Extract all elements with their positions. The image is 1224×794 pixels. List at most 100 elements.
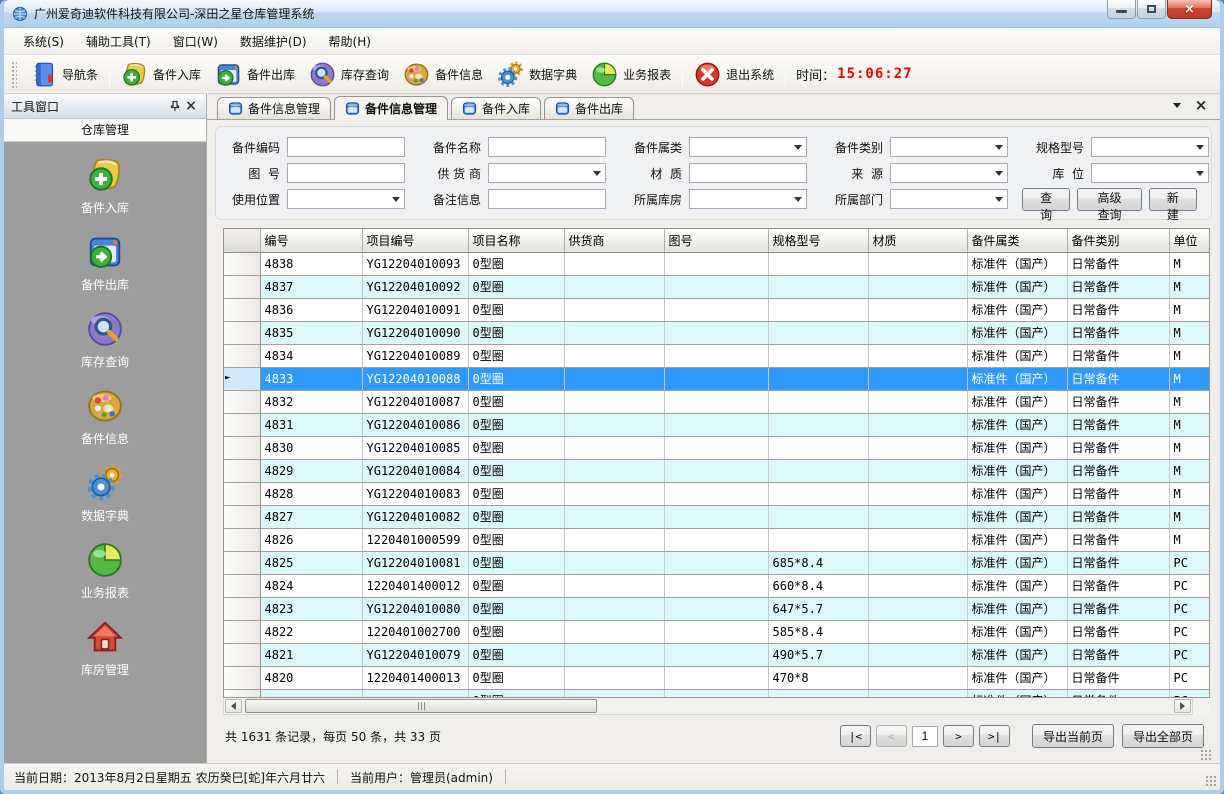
cell-id[interactable]: 4828: [260, 482, 362, 505]
dropdown-select[interactable]: [287, 189, 405, 209]
cell-type[interactable]: 日常备件: [1067, 344, 1169, 367]
cell-spec[interactable]: [768, 505, 868, 528]
menu-item[interactable]: 系统(S): [12, 28, 75, 55]
cell-type[interactable]: 日常备件: [1067, 666, 1169, 689]
cell-supplier[interactable]: [564, 390, 664, 413]
cell-spec[interactable]: 490*5.7: [768, 643, 868, 666]
cell-name[interactable]: 0型圈: [468, 551, 564, 574]
cell-material[interactable]: [868, 505, 967, 528]
cell-supplier[interactable]: [564, 321, 664, 344]
tab-2[interactable]: 备件信息管理: [334, 96, 448, 120]
cell-spec[interactable]: 647*5.7: [768, 597, 868, 620]
menu-item[interactable]: 窗口(W): [162, 28, 229, 55]
table-row[interactable]: 4823YG122040100800型圈647*5.7标准件（国产）日常备件PC: [224, 597, 1209, 620]
cell-supplier[interactable]: [564, 413, 664, 436]
cell-category[interactable]: 标准件（国产）: [967, 275, 1067, 298]
scroll-left-icon[interactable]: [225, 699, 242, 713]
cell-project_no[interactable]: 1220401002700: [362, 620, 468, 643]
toolbar-button[interactable]: 数据字典: [490, 58, 584, 91]
cell-category[interactable]: 标准件（国产）: [967, 436, 1067, 459]
cell-project_no[interactable]: YG12204010083: [362, 482, 468, 505]
cell-spec[interactable]: [768, 367, 868, 390]
cell-unit[interactable]: M: [1169, 252, 1209, 275]
cell-supplier[interactable]: [564, 505, 664, 528]
cell-type[interactable]: 日常备件: [1067, 482, 1169, 505]
sidebar-item-stock-in[interactable]: 备件入库: [81, 156, 129, 216]
cell-drawing[interactable]: [664, 298, 768, 321]
sidebar-item-data-dict[interactable]: 数据字典: [81, 464, 129, 524]
maximize-button[interactable]: [1137, 0, 1166, 19]
cell-drawing[interactable]: [664, 620, 768, 643]
menu-item[interactable]: 帮助(H): [318, 28, 382, 55]
row-header-cell[interactable]: [224, 436, 260, 459]
cell-drawing[interactable]: [664, 528, 768, 551]
panel-resize-grip[interactable]: [1200, 749, 1212, 761]
cell-category[interactable]: 标准件（国产）: [967, 620, 1067, 643]
sidebar-item-stock-out[interactable]: 备件出库: [81, 233, 129, 293]
toolbar-button[interactable]: 备件入库: [114, 58, 208, 91]
cell-spec[interactable]: [768, 482, 868, 505]
horizontal-scrollbar[interactable]: [223, 698, 1193, 715]
table-row[interactable]: 4827YG122040100820型圈标准件（国产）日常备件M: [224, 505, 1209, 528]
cell-id[interactable]: 4831: [260, 413, 362, 436]
cell-project_no[interactable]: YG12204010082: [362, 505, 468, 528]
cell-supplier[interactable]: [564, 689, 664, 698]
cell-spec[interactable]: [768, 436, 868, 459]
cell-name[interactable]: 0型圈: [468, 275, 564, 298]
text-input[interactable]: [287, 163, 405, 183]
cell-unit[interactable]: M: [1169, 367, 1209, 390]
column-header[interactable]: 项目名称: [468, 229, 564, 252]
cell-id[interactable]: [260, 689, 362, 698]
cell-unit[interactable]: PC: [1169, 574, 1209, 597]
cell-project_no[interactable]: 1220401400013: [362, 666, 468, 689]
cell-name[interactable]: 0型圈: [468, 321, 564, 344]
cell-type[interactable]: 日常备件: [1067, 321, 1169, 344]
page-number-input[interactable]: [912, 726, 938, 747]
vertical-scrollbar[interactable]: [1210, 229, 1211, 697]
cell-drawing[interactable]: [664, 390, 768, 413]
column-header[interactable]: 供货商: [564, 229, 664, 252]
row-header-cell[interactable]: [224, 298, 260, 321]
tab-close-icon[interactable]: [1194, 98, 1208, 112]
table-row[interactable]: 4830YG122040100850型圈标准件（国产）日常备件M: [224, 436, 1209, 459]
cell-category[interactable]: 标准件（国产）: [967, 367, 1067, 390]
cell-category[interactable]: 标准件（国产）: [967, 390, 1067, 413]
cell-type[interactable]: 日常备件: [1067, 551, 1169, 574]
cell-spec[interactable]: [768, 321, 868, 344]
row-header-cell[interactable]: [224, 459, 260, 482]
table-row[interactable]: 482612204010005990型圈标准件（国产）日常备件M: [224, 528, 1209, 551]
cell-supplier[interactable]: [564, 275, 664, 298]
cell-id[interactable]: 4830: [260, 436, 362, 459]
cell-category[interactable]: 标准件（国产）: [967, 551, 1067, 574]
cell-name[interactable]: 0型圈: [468, 367, 564, 390]
cell-name[interactable]: 0型圈: [468, 574, 564, 597]
cell-supplier[interactable]: [564, 620, 664, 643]
cell-category[interactable]: 标准件（国产）: [967, 505, 1067, 528]
cell-type[interactable]: 日常备件: [1067, 367, 1169, 390]
first-page-button[interactable]: |<: [840, 725, 871, 747]
column-header[interactable]: 项目编号: [362, 229, 468, 252]
cell-drawing[interactable]: [664, 275, 768, 298]
row-header-cell[interactable]: [224, 689, 260, 698]
cell-id[interactable]: 4825: [260, 551, 362, 574]
cell-category[interactable]: 标准件（国产）: [967, 643, 1067, 666]
row-header-cell[interactable]: [224, 275, 260, 298]
cell-spec[interactable]: [768, 528, 868, 551]
table-row[interactable]: 4834YG122040100890型圈标准件（国产）日常备件M: [224, 344, 1209, 367]
cell-type[interactable]: 日常备件: [1067, 252, 1169, 275]
cell-material[interactable]: [868, 390, 967, 413]
tab-3[interactable]: 备件入库: [451, 97, 541, 119]
column-header[interactable]: 图号: [664, 229, 768, 252]
cell-supplier[interactable]: [564, 597, 664, 620]
cell-material[interactable]: [868, 597, 967, 620]
cell-name[interactable]: 0型圈: [468, 620, 564, 643]
cell-unit[interactable]: M: [1169, 528, 1209, 551]
table-row[interactable]: 482412204014000120型圈660*8.4标准件（国产）日常备件PC: [224, 574, 1209, 597]
cell-category[interactable]: 标准件（国产）: [967, 574, 1067, 597]
column-header[interactable]: 备件属类: [967, 229, 1067, 252]
cell-material[interactable]: [868, 528, 967, 551]
cell-unit[interactable]: M: [1169, 482, 1209, 505]
cell-supplier[interactable]: [564, 666, 664, 689]
dropdown-select[interactable]: [890, 189, 1008, 209]
cell-material[interactable]: [868, 551, 967, 574]
